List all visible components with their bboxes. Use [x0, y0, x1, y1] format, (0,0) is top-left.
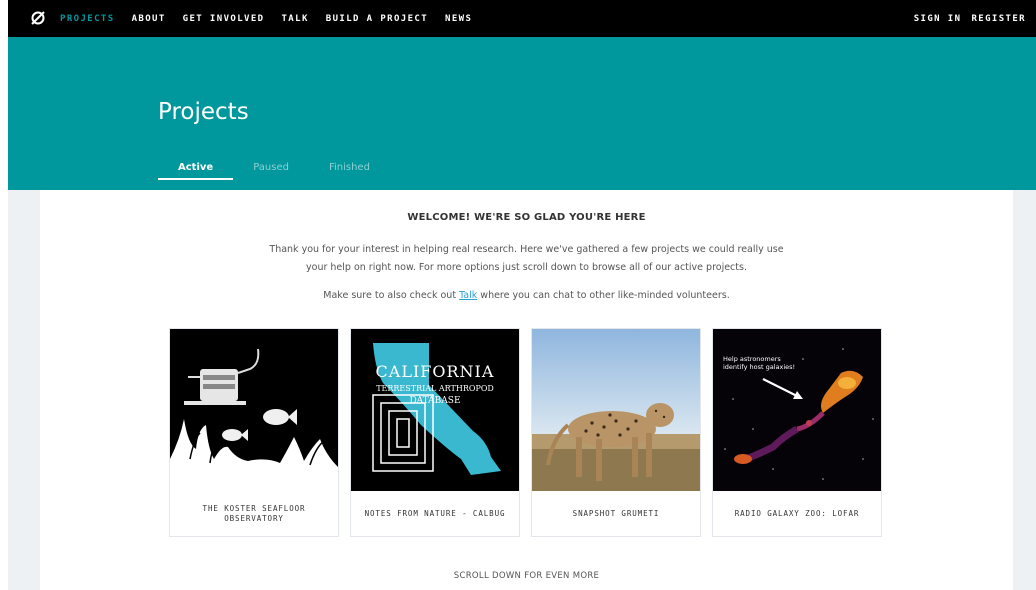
talk-note-suffix: where you can chat to other like-minded … — [477, 290, 730, 301]
project-title: THE KOSTER SEAFLOOR OBSERVATORY — [202, 503, 306, 523]
sign-in-link[interactable]: SIGN IN — [914, 14, 962, 24]
lofar-image-text-2: identify host galaxies! — [723, 363, 795, 371]
intro-text: Thank you for your interest in helping r… — [269, 244, 784, 273]
nav-talk[interactable]: TALK — [281, 14, 308, 24]
calbug-image-text-1: CALIFORNIA — [376, 362, 495, 381]
page-title: Projects — [158, 99, 249, 125]
welcome-heading: WELCOME! WE'RE SO GLAD YOU'RE HERE — [407, 212, 646, 223]
nav-news[interactable]: NEWS — [445, 14, 472, 24]
project-image-calbug: CALIFORNIA TERRESTRIAL ARTHROPOD DATABAS… — [351, 329, 519, 491]
project-image-koster — [170, 329, 338, 491]
project-card-lofar[interactable]: Help astronomers identify host galaxies!… — [712, 328, 882, 537]
project-image-grumeti — [532, 329, 700, 491]
tab-active[interactable]: Active — [158, 161, 234, 180]
nav-build-a-project[interactable]: BUILD A PROJECT — [326, 14, 428, 24]
project-title: SNAPSHOT GRUMETI — [572, 508, 660, 518]
calbug-image-text-2: TERRESTRIAL ARTHROPOD — [376, 384, 494, 393]
project-title: RADIO GALAXY ZOO: LOFAR — [734, 508, 860, 518]
nav-projects[interactable]: PROJECTS — [60, 14, 115, 24]
account-nav: SIGN IN REGISTER — [904, 0, 1026, 37]
hero-banner: Projects Active Paused Finished — [8, 37, 1036, 190]
top-navigation: PROJECTS ABOUT GET INVOLVED TALK BUILD A… — [8, 0, 1036, 37]
talk-link[interactable]: Talk — [459, 290, 477, 301]
nav-about[interactable]: ABOUT — [132, 14, 166, 24]
main-nav: PROJECTS ABOUT GET INVOLVED TALK BUILD A… — [60, 0, 489, 37]
talk-note: Make sure to also check out Talk where y… — [40, 290, 1013, 301]
project-title: NOTES FROM NATURE - CALBUG — [364, 508, 506, 518]
project-card-grumeti[interactable]: SNAPSHOT GRUMETI — [531, 328, 701, 537]
project-card-calbug[interactable]: CALIFORNIA TERRESTRIAL ARTHROPOD DATABAS… — [350, 328, 520, 537]
talk-note-prefix: Make sure to also check out — [323, 290, 460, 301]
calbug-image-text-3: DATABASE — [409, 396, 460, 406]
register-link[interactable]: REGISTER — [971, 14, 1026, 24]
project-image-lofar: Help astronomers identify host galaxies! — [713, 329, 881, 491]
tab-finished[interactable]: Finished — [309, 161, 390, 180]
nav-get-involved[interactable]: GET INVOLVED — [183, 14, 265, 24]
lofar-image-text-1: Help astronomers — [723, 355, 781, 363]
tab-paused[interactable]: Paused — [233, 161, 309, 180]
main-content: WELCOME! WE'RE SO GLAD YOU'RE HERE Thank… — [40, 190, 1013, 590]
project-card-koster[interactable]: THE KOSTER SEAFLOOR OBSERVATORY — [169, 328, 339, 537]
project-status-tabs: Active Paused Finished — [158, 161, 390, 180]
scroll-more-hint: SCROLL DOWN FOR EVEN MORE — [453, 571, 600, 581]
zooniverse-logo-icon[interactable] — [30, 10, 46, 26]
